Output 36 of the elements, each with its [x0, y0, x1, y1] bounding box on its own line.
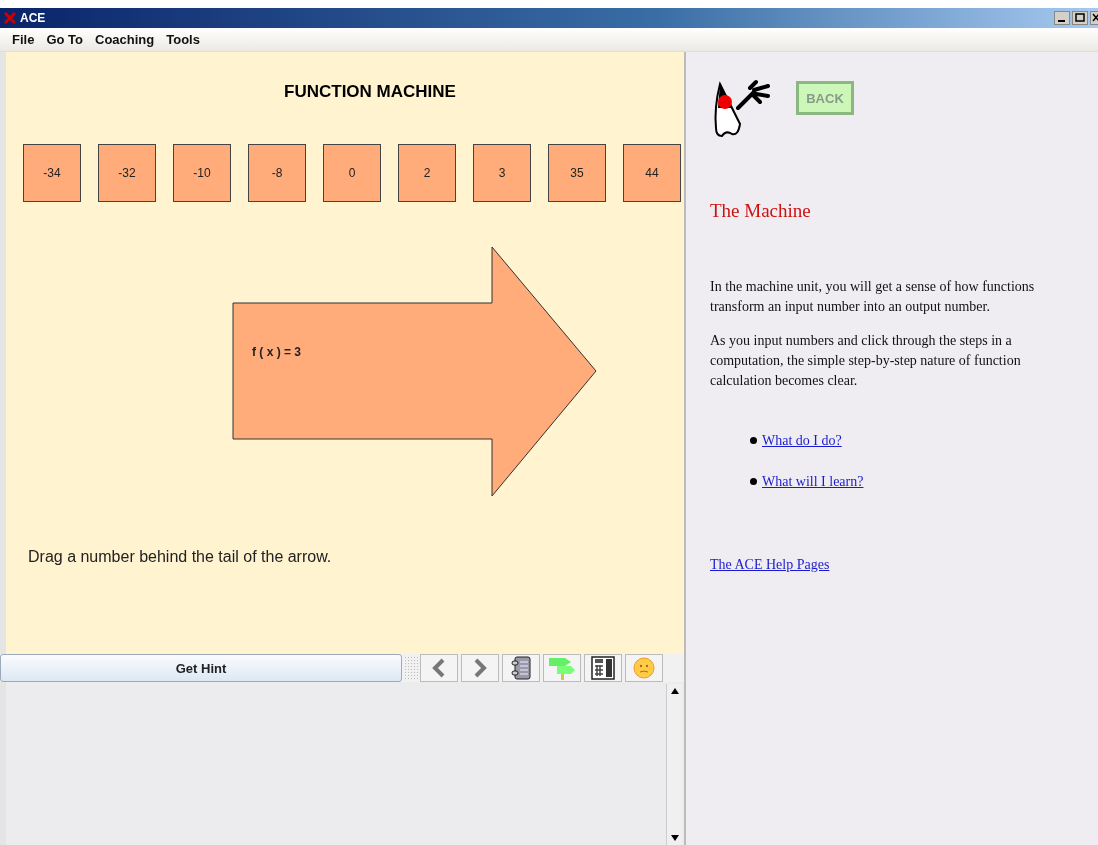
maximize-icon[interactable]: [1072, 11, 1088, 25]
help-link[interactable]: What will I learn?: [762, 473, 864, 490]
scroll-down-icon[interactable]: [670, 835, 679, 841]
number-tile[interactable]: -8: [248, 144, 306, 202]
number-tile[interactable]: -10: [173, 144, 231, 202]
scrollbar[interactable]: [666, 684, 682, 845]
window-title: ACE: [20, 11, 46, 25]
scroll-up-icon[interactable]: [670, 688, 679, 694]
machine-title: FUNCTION MACHINE: [283, 81, 457, 103]
paragraph: As you input numbers and click through the steps in a computation, the simple step-by-step nature of function calculation becomes clear.: [710, 332, 1022, 390]
number-tile[interactable]: -32: [98, 144, 156, 202]
number-tile[interactable]: 3: [473, 144, 531, 202]
instruction-text: Drag a number behind the tail of the arrow.: [27, 548, 333, 566]
close-icon[interactable]: [1090, 11, 1098, 25]
menu-item[interactable]: Go To: [46, 32, 83, 47]
minimize-icon[interactable]: [1054, 11, 1070, 25]
number-tile[interactable]: 0: [323, 144, 381, 202]
number-tile[interactable]: 2: [398, 144, 456, 202]
paragraph: In the machine unit, you will get a sense of how functions transform an input number into an output number.: [710, 278, 1036, 316]
bullet-icon: [750, 478, 757, 485]
notebook-icon[interactable]: [502, 654, 540, 682]
calculator-icon[interactable]: [584, 654, 622, 682]
function-label: f ( x ) = 3: [252, 345, 301, 359]
toolbar-grip: [404, 656, 418, 680]
menu-item[interactable]: File: [12, 32, 35, 47]
help-pages-link[interactable]: The ACE Help Pages: [710, 557, 830, 573]
menu-item[interactable]: Tools: [166, 32, 200, 47]
number-tile[interactable]: 44: [623, 144, 681, 202]
get-hint-button[interactable]: Get Hint: [0, 654, 402, 682]
number-tile[interactable]: -34: [23, 144, 81, 202]
bullet-icon: [750, 437, 757, 444]
menu-item[interactable]: Coaching: [95, 32, 155, 47]
app-icon: [4, 12, 16, 24]
section-heading: The Machine: [710, 200, 812, 222]
help-link[interactable]: What do I do?: [762, 432, 842, 449]
number-tile[interactable]: 35: [548, 144, 606, 202]
